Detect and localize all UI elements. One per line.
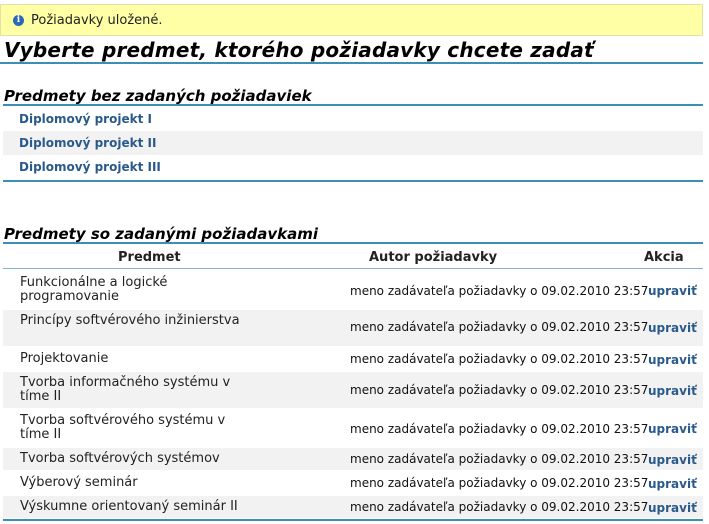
edit-link[interactable]: upraviť [648,353,697,367]
subject-cell: Tvorba informačného systému v tíme II [20,375,231,404]
author-cell: meno zadávateľa požiadavky o 09.02.2010 … [350,352,649,366]
column-header-author: Autor požiadavky [369,250,498,265]
edit-link[interactable]: upraviť [648,453,697,467]
edit-link[interactable]: upraviť [648,501,697,515]
edit-link[interactable]: upraviť [648,321,697,335]
table-bottom-divider [3,519,703,521]
subject-cell: Tvorba softvérového systému v tíme II [20,413,226,442]
subject-cell: Funkcionálne a logické programovanie [20,275,168,304]
subject-cell: Výskumne orientovaný seminár II [20,499,238,514]
subject-cell: Princípy softvérového inžinierstva [20,313,240,328]
section-divider [3,104,703,106]
section-divider [3,242,703,244]
author-cell: meno zadávateľa požiadavky o 09.02.2010 … [350,383,649,397]
subject-cell: Projektovanie [20,351,109,366]
author-cell: meno zadávateľa požiadavky o 09.02.2010 … [350,422,649,436]
table-header-divider [3,268,703,269]
success-notice: i Požiadavky uložené. [0,4,703,36]
author-cell: meno zadávateľa požiadavky o 09.02.2010 … [350,320,649,334]
table-row: Tvorba softvérových systémov meno zadáva… [3,448,703,470]
author-cell: meno zadávateľa požiadavky o 09.02.2010 … [350,452,649,466]
column-header-subject: Predmet [118,250,181,265]
notice-text: Požiadavky uložené. [31,12,163,28]
edit-link[interactable]: upraviť [648,422,697,436]
edit-link[interactable]: upraviť [648,284,697,298]
section-divider [3,180,703,182]
column-header-action: Akcia [644,250,684,265]
edit-link[interactable]: upraviť [648,384,697,398]
table-row: Tvorba informačného systému v tíme II me… [3,372,703,408]
author-cell: meno zadávateľa požiadavky o 09.02.2010 … [350,284,649,298]
course-link[interactable]: Diplomový projekt II [3,131,703,155]
table-row: Výskumne orientovaný seminár II meno zad… [3,496,703,518]
table-row: Tvorba softvérového systému v tíme II me… [3,410,703,446]
edit-link[interactable]: upraviť [648,477,697,491]
section-title-with-requests: Predmety so zadanými požiadavkami [4,225,318,243]
course-link[interactable]: Diplomový projekt I [3,107,703,131]
section-title-without-requests: Predmety bez zadaných požiadaviek [4,87,312,105]
table-row: Projektovanie meno zadávateľa požiadavky… [3,348,703,370]
title-divider [0,62,703,64]
subject-cell: Výberový seminár [20,475,138,490]
course-link[interactable]: Diplomový projekt III [3,155,703,179]
table-row: Výberový seminár meno zadávateľa požiada… [3,472,703,494]
info-icon: i [13,14,24,26]
subject-cell: Tvorba softvérových systémov [20,451,220,466]
table-row: Princípy softvérového inžinierstva meno … [3,310,703,346]
author-cell: meno zadávateľa požiadavky o 09.02.2010 … [350,500,649,514]
table-row: Funkcionálne a logické programovanie men… [3,272,703,308]
page-title: Vyberte predmet, ktorého požiadavky chce… [4,38,594,62]
author-cell: meno zadávateľa požiadavky o 09.02.2010 … [350,476,649,490]
